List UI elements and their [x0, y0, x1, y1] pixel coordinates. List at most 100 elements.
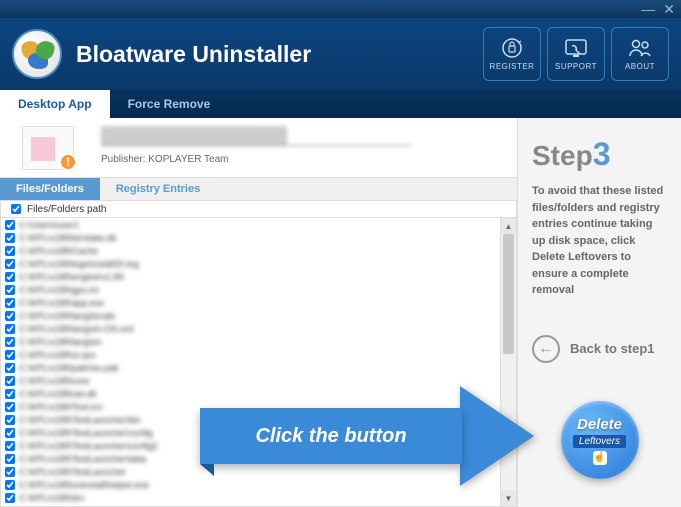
scrollbar[interactable]: ▲ ▼ — [500, 218, 516, 506]
file-row[interactable]: C:\KPL\v189\engine\v1.89 — [1, 270, 516, 283]
file-row[interactable]: C:\KPL\v189\TestLauncher\bin — [1, 413, 516, 426]
file-path: C:\KPL\v189\TestLauncher\config — [19, 428, 153, 438]
main-tabs: Desktop App Force Remove — [0, 90, 681, 118]
file-path: C:\KPL\v189\app.exe — [19, 298, 104, 308]
file-path: C:\KPL\v189\net.dll — [19, 389, 96, 399]
register-button[interactable]: REGISTER — [483, 27, 541, 81]
sub-tabs: Files/Folders Registry Entries — [0, 178, 517, 200]
file-row[interactable]: C:\KPL\v189\app.exe — [1, 296, 516, 309]
file-path: C:\KPL\v189\gpu.ini — [19, 285, 99, 295]
file-list[interactable]: C:\Users\user1C:\KPL\v189\bin\data.db C:\… — [0, 218, 517, 507]
file-row[interactable]: C:\KPL\v189\lang\en — [1, 335, 516, 348]
app-logo — [12, 29, 62, 79]
file-checkbox[interactable] — [5, 298, 15, 308]
file-row[interactable]: C:\KPL\v189\Tool.ico — [1, 400, 516, 413]
file-path: C:\KPL\v189\lang\en — [19, 337, 102, 347]
file-row[interactable]: C:\KPL\v189\TestLauncher\data — [1, 452, 516, 465]
app-info: ! Publisher: KOPLAYER Team — [0, 118, 517, 178]
scroll-thumb[interactable] — [503, 234, 514, 354]
delete-sub-label: Leftovers — [573, 435, 626, 448]
about-button[interactable]: ABOUT — [611, 27, 669, 81]
file-path: C:\KPL\v189\pak\res.pak — [19, 363, 119, 373]
file-row[interactable]: C:\KPL\v189\lang\locale — [1, 309, 516, 322]
file-row[interactable]: C:\KPL\v189\Cache — [1, 244, 516, 257]
list-column-header: Files/Folders path — [0, 200, 517, 218]
file-checkbox[interactable] — [5, 467, 15, 477]
file-checkbox[interactable] — [5, 376, 15, 386]
register-label: REGISTER — [490, 62, 535, 71]
file-checkbox[interactable] — [5, 350, 15, 360]
file-checkbox[interactable] — [5, 363, 15, 373]
file-path: C:\Users\user1 — [19, 220, 79, 230]
file-checkbox[interactable] — [5, 454, 15, 464]
step-description: To avoid that these listed files/folders… — [532, 183, 667, 299]
scroll-up-button[interactable]: ▲ — [501, 218, 516, 234]
file-checkbox[interactable] — [5, 272, 15, 282]
file-path: C:\KPL\v189\TestLauncher — [19, 467, 126, 477]
file-checkbox[interactable] — [5, 415, 15, 425]
file-row[interactable]: C:\KPL\v189\net.dll — [1, 387, 516, 400]
file-checkbox[interactable] — [5, 402, 15, 412]
file-checkbox[interactable] — [5, 233, 15, 243]
file-path: C:\KPL\v189\lang\zh-CN.xml — [19, 324, 134, 334]
publisher-line: Publisher: KOPLAYER Team — [101, 154, 511, 165]
tab-force-remove[interactable]: Force Remove — [110, 90, 229, 118]
subtab-files-folders[interactable]: Files/Folders — [0, 178, 100, 200]
header: Bloatware Uninstaller REGISTER SUPPORT A… — [0, 18, 681, 90]
support-label: SUPPORT — [555, 62, 597, 71]
subtab-registry[interactable]: Registry Entries — [100, 178, 216, 200]
file-row[interactable]: C:\KPL\v189\lang\zh-CN.xml — [1, 322, 516, 335]
file-path: C:\KPL\v189\Cache — [19, 246, 98, 256]
file-row[interactable]: C:\KPL\v189\TestLauncher\config2 — [1, 439, 516, 452]
file-checkbox[interactable] — [5, 259, 15, 269]
file-row[interactable]: C:\KPL\v189\pak\res.pak — [1, 361, 516, 374]
tab-desktop-app[interactable]: Desktop App — [0, 90, 110, 118]
left-panel: ! Publisher: KOPLAYER Team Files/Folders… — [0, 118, 517, 507]
file-checkbox[interactable] — [5, 285, 15, 295]
file-path: C:\KPL\v189\engine\v1.89 — [19, 272, 124, 282]
cursor-icon: ☝ — [593, 451, 607, 465]
file-checkbox[interactable] — [5, 389, 15, 399]
file-checkbox[interactable] — [5, 311, 15, 321]
app-title: Bloatware Uninstaller — [76, 41, 483, 68]
file-path: C:\KPL\v189\TestLauncher\config2 — [19, 441, 158, 451]
file-checkbox[interactable] — [5, 441, 15, 451]
step-title: Step3 — [532, 136, 667, 173]
delete-leftovers-button[interactable]: Delete Leftovers ☝ — [561, 401, 639, 479]
file-checkbox[interactable] — [5, 220, 15, 230]
select-all-checkbox[interactable] — [11, 204, 21, 214]
file-path: C:\KPL\v189\core — [19, 376, 90, 386]
file-row[interactable]: C:\KPL\v189\drv — [1, 491, 516, 504]
file-path: C:\KPL\v189\Tool.ico — [19, 402, 103, 412]
titlebar: — ✕ — [0, 0, 681, 18]
close-button[interactable]: ✕ — [663, 1, 675, 18]
file-row[interactable]: C:\KPL\v189\gpu.ini — [1, 283, 516, 296]
file-row[interactable]: C:\KPL\v189\uninstall\helper.exe — [1, 478, 516, 491]
file-row[interactable]: C:\KPL\v189\ui.qss — [1, 348, 516, 361]
file-checkbox[interactable] — [5, 428, 15, 438]
about-label: ABOUT — [625, 62, 655, 71]
file-path: C:\KPL\v189\TestLauncher\bin — [19, 415, 141, 425]
right-panel: Step3 To avoid that these listed files/f… — [517, 118, 681, 507]
file-checkbox[interactable] — [5, 480, 15, 490]
file-row[interactable]: C:\KPL\v189\logs\install20.log — [1, 257, 516, 270]
file-row[interactable]: C:\Users\user1 — [1, 218, 516, 231]
scroll-down-button[interactable]: ▼ — [501, 490, 516, 506]
support-button[interactable]: SUPPORT — [547, 27, 605, 81]
file-checkbox[interactable] — [5, 246, 15, 256]
file-checkbox[interactable] — [5, 324, 15, 334]
back-to-step1-link[interactable]: ← Back to step1 — [532, 335, 667, 363]
lock-icon — [499, 37, 525, 59]
file-row[interactable]: C:\KPL\v189\bin\data.db — [1, 231, 516, 244]
file-row[interactable]: C:\KPL\v189\TestLauncher\config — [1, 426, 516, 439]
file-checkbox[interactable] — [5, 493, 15, 503]
warning-badge-icon: ! — [59, 153, 77, 171]
file-checkbox[interactable] — [5, 337, 15, 347]
file-path: C:\KPL\v189\TestLauncher\data — [19, 454, 146, 464]
file-row[interactable]: C:\KPL\v189\TestLauncher — [1, 465, 516, 478]
file-row[interactable]: C:\KPL\v189\core — [1, 374, 516, 387]
file-path: C:\KPL\v189\drv — [19, 493, 85, 503]
minimize-button[interactable]: — — [641, 1, 655, 17]
back-label: Back to step1 — [570, 341, 655, 356]
file-path: C:\KPL\v189\ui.qss — [19, 350, 96, 360]
